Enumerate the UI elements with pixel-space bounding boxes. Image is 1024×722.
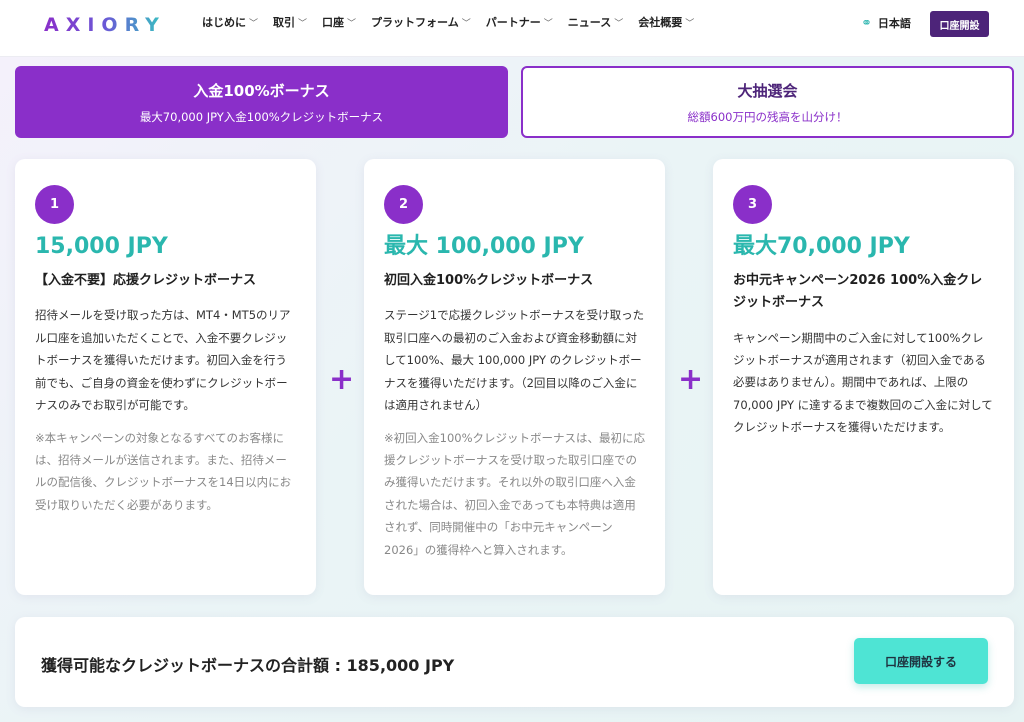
nav-item-label: 会社概要 [638, 16, 683, 29]
bonus-card-stage-1: 1 15,000 JPY 【入金不要】応援クレジットボーナス 招待メールを受け取… [15, 159, 316, 595]
language-selector[interactable]: ⚭ 日本語 [861, 15, 911, 31]
nav-item-label: はじめに [202, 16, 246, 29]
chevron-down-icon: ﹀ [614, 18, 624, 29]
plus-icon: + [678, 362, 704, 397]
language-label: 日本語 [877, 17, 911, 30]
tab-deposit-bonus[interactable]: 入金100%ボーナス 最大70,000 JPY入金100%クレジットボーナス [15, 66, 508, 138]
chevron-down-icon: ﹀ [298, 18, 308, 29]
card-description: キャンペーン期間中のご入金に対して100%クレジットボーナスが適用されます（初回… [733, 330, 993, 435]
nav-item-partners[interactable]: パートナー ﹀ [486, 14, 553, 30]
plus-icon: + [329, 362, 355, 397]
bonus-amount: 最大70,000 JPY [733, 234, 910, 259]
bonus-card-stage-2: 2 最大 100,000 JPY 初回入金100%クレジットボーナス ステージ1… [364, 159, 665, 595]
step-badge: 2 [384, 185, 423, 224]
bonus-amount: 最大 100,000 JPY [384, 234, 584, 259]
logo[interactable]: AXIORY [44, 14, 166, 36]
bonus-card-stage-3: 3 最大70,000 JPY お中元キャンペーン2026 100%入金クレジット… [713, 159, 1014, 595]
nav-item-label: パートナー [485, 16, 541, 29]
nav-item-label: 取引 [273, 16, 296, 29]
tab-subtitle: 最大70,000 JPY入金100%クレジットボーナス [139, 109, 384, 124]
step-badge: 1 [35, 185, 74, 224]
card-title: 初回入金100%クレジットボーナス [384, 273, 594, 289]
chevron-down-icon: ﹀ [347, 18, 357, 29]
card-description: 招待メールを受け取った方は、MT4・MT5のリアル口座を追加いただくことで、入金… [35, 308, 291, 413]
nav-item-company[interactable]: 会社概要 ﹀ [638, 14, 694, 30]
card-note: ※本キャンペーンの対象となるすべてのお客様には、招待メールが送信されます。また、… [35, 430, 292, 512]
card-note: ※初回入金100%クレジットボーナスは、最初に応援クレジットボーナスを受け取った… [384, 430, 646, 557]
nav-item-getting-started[interactable]: はじめに ﹀ [202, 14, 258, 30]
main-nav: はじめに ﹀ 取引 ﹀ 口座 ﹀ プラットフォーム ﹀ パートナー ﹀ ニュース… [202, 14, 694, 30]
nav-item-platforms[interactable]: プラットフォーム ﹀ [371, 14, 471, 30]
open-account-button[interactable]: 口座開設 [930, 11, 989, 37]
nav-item-label: 口座 [322, 16, 345, 29]
open-account-cta-button[interactable]: 口座開設する [854, 638, 988, 684]
nav-item-trading[interactable]: 取引 ﹀ [273, 14, 307, 30]
card-title: お中元キャンペーン2026 100%入金クレジットボーナス [733, 273, 983, 311]
tab-title: 大抽選会 [737, 81, 798, 100]
bonus-amount: 15,000 JPY [35, 234, 168, 259]
tab-title: 入金100%ボーナス [193, 81, 330, 100]
nav-item-label: ニュース [567, 16, 612, 29]
card-title: 【入金不要】応援クレジットボーナス [35, 273, 257, 289]
total-bonus-bar: 獲得可能なクレジットボーナスの合計額 : 185,000 JPY 口座開設する [15, 617, 1014, 707]
nav-item-label: プラットフォーム [371, 16, 459, 29]
tab-subtitle: 総額600万円の残高を山分け！ [687, 109, 848, 124]
chevron-down-icon: ﹀ [685, 18, 695, 29]
total-bonus-text: 獲得可能なクレジットボーナスの合計額 : 185,000 JPY [41, 656, 455, 675]
card-description: ステージ1で応援クレジットボーナスを受け取った取引口座への最初のご入金および資金… [384, 308, 645, 413]
site-header: AXIORY はじめに ﹀ 取引 ﹀ 口座 ﹀ プラットフォーム ﹀ パートナー… [0, 0, 1024, 56]
chevron-down-icon: ﹀ [249, 18, 259, 29]
globe-icon: ⚭ [861, 15, 872, 31]
step-badge: 3 [733, 185, 772, 224]
chevron-down-icon: ﹀ [461, 18, 471, 29]
nav-item-accounts[interactable]: 口座 ﹀ [322, 14, 356, 30]
chevron-down-icon: ﹀ [543, 18, 553, 29]
nav-item-news[interactable]: ニュース ﹀ [568, 14, 623, 30]
tab-lottery[interactable]: 大抽選会 総額600万円の残高を山分け！ [521, 66, 1014, 138]
